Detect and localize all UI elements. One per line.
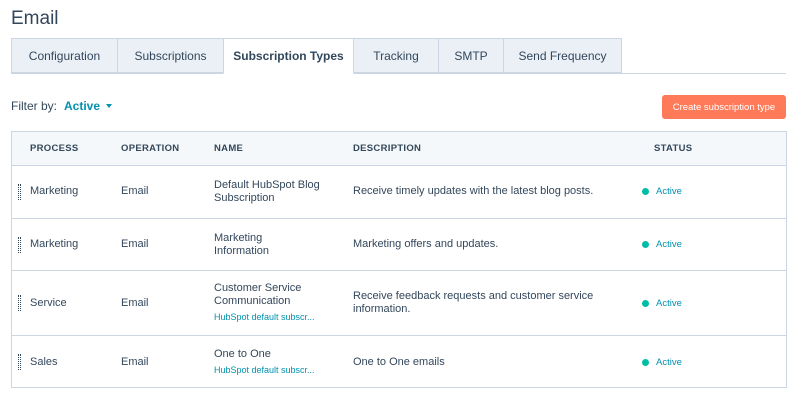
table-row[interactable]: Sales Email One to One HubSpot default s… bbox=[12, 336, 786, 388]
caret-down-icon bbox=[106, 104, 113, 108]
column-header-status[interactable]: STATUS bbox=[654, 132, 692, 165]
column-header-process[interactable]: PROCESS bbox=[30, 132, 79, 165]
name-line: Marketing bbox=[214, 231, 263, 244]
status-cell: Active bbox=[642, 271, 682, 335]
name-line: One to One bbox=[214, 347, 271, 360]
status-dot-icon bbox=[642, 188, 649, 195]
name-cell: Default HubSpot Blog Subscription bbox=[214, 165, 344, 218]
name-cell: Customer Service Communication HubSpot d… bbox=[214, 271, 344, 335]
description-line: information. bbox=[353, 303, 411, 315]
status-cell: Active bbox=[642, 219, 682, 270]
status-dot-icon bbox=[642, 358, 649, 366]
tab-configuration[interactable]: Configuration bbox=[11, 38, 118, 73]
description-cell: Receive feedback requests and customer s… bbox=[353, 271, 643, 335]
description-line: Marketing offers and updates. bbox=[353, 238, 499, 250]
create-subscription-type-button[interactable]: Create subscription type bbox=[662, 95, 786, 119]
drag-handle-icon[interactable] bbox=[18, 236, 21, 253]
name-line: Default HubSpot Blog bbox=[214, 178, 320, 191]
name-line: Customer Service bbox=[214, 282, 302, 294]
subscription-type-link[interactable]: HubSpot default subscr... bbox=[214, 311, 322, 324]
status-cell: Active bbox=[642, 336, 682, 388]
drag-handle-icon[interactable] bbox=[18, 295, 21, 311]
tab-bar-baseline bbox=[11, 73, 786, 74]
drag-handle-icon[interactable] bbox=[18, 183, 21, 200]
drag-handle-icon[interactable] bbox=[18, 354, 21, 370]
status-dot-icon bbox=[642, 241, 649, 248]
status-text: Active bbox=[656, 239, 682, 250]
status-text: Active bbox=[656, 356, 682, 368]
description-cell: Marketing offers and updates. bbox=[353, 219, 643, 270]
page-title: Email bbox=[11, 8, 59, 29]
tab-bar: Configuration Subscriptions Subscription… bbox=[11, 38, 786, 74]
status-dot-icon bbox=[642, 299, 649, 307]
name-line: Information bbox=[214, 244, 270, 257]
operation-cell: Email bbox=[121, 238, 149, 250]
tab-subscriptions[interactable]: Subscriptions bbox=[117, 38, 224, 73]
table-row[interactable]: Service Email Customer Service Communica… bbox=[12, 271, 786, 336]
column-header-name[interactable]: NAME bbox=[214, 132, 243, 165]
description-line: One to One emails bbox=[353, 355, 445, 368]
filter-value: Active bbox=[64, 99, 101, 113]
status-text: Active bbox=[656, 186, 682, 197]
description-cell: One to One emails bbox=[353, 336, 643, 388]
table-row[interactable]: Marketing Email Marketing Information Ma… bbox=[12, 219, 786, 271]
name-cell: Marketing Information bbox=[214, 219, 344, 270]
tab-tracking[interactable]: Tracking bbox=[353, 38, 439, 73]
process-cell: Marketing bbox=[30, 185, 79, 197]
process-cell: Marketing bbox=[30, 238, 79, 250]
subscription-types-table: PROCESS OPERATION NAME DESCRIPTION STATU… bbox=[11, 131, 787, 388]
process-cell: Service bbox=[30, 296, 67, 309]
operation-cell: Email bbox=[121, 185, 149, 197]
description-line: Receive timely updates with the latest b… bbox=[353, 185, 594, 197]
filter-label: Filter by: bbox=[11, 99, 58, 113]
column-header-operation[interactable]: OPERATION bbox=[121, 132, 179, 165]
tab-subscription-types[interactable]: Subscription Types bbox=[223, 38, 354, 74]
operation-cell: Email bbox=[121, 296, 149, 309]
tab-smtp[interactable]: SMTP bbox=[438, 38, 504, 73]
filter-dropdown[interactable]: Active bbox=[64, 99, 113, 113]
operation-cell: Email bbox=[121, 355, 149, 368]
process-cell: Sales bbox=[30, 355, 58, 368]
name-line: Subscription bbox=[214, 191, 275, 204]
status-text: Active bbox=[656, 297, 682, 309]
subscription-type-link[interactable]: HubSpot default subscr... bbox=[214, 364, 322, 377]
name-line: Communication bbox=[214, 295, 291, 307]
filter-bar: Filter by: Active bbox=[11, 99, 113, 113]
tab-send-frequency[interactable]: Send Frequency bbox=[503, 38, 622, 73]
table-header: PROCESS OPERATION NAME DESCRIPTION STATU… bbox=[12, 132, 786, 166]
status-cell: Active bbox=[642, 165, 682, 218]
description-line: Receive feedback requests and customer s… bbox=[353, 290, 594, 302]
name-cell: One to One HubSpot default subscr... bbox=[214, 336, 344, 388]
description-cell: Receive timely updates with the latest b… bbox=[353, 165, 643, 218]
table-row[interactable]: Marketing Email Default HubSpot Blog Sub… bbox=[12, 165, 786, 219]
column-header-description[interactable]: DESCRIPTION bbox=[353, 132, 421, 165]
